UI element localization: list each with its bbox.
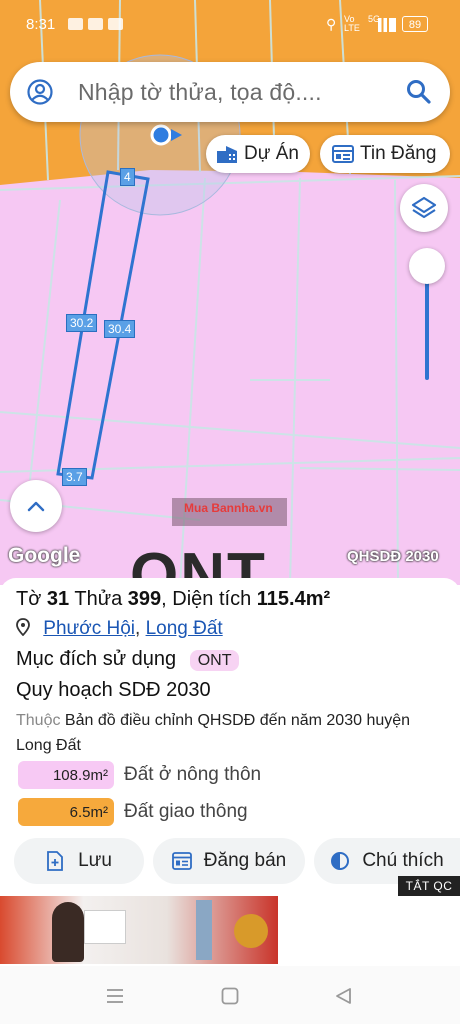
notification-icon [68,18,83,30]
expand-panel-button[interactable] [10,480,62,532]
parcel-location: Phước Hội, Long Đất [16,618,223,640]
ward-link[interactable]: Phước Hội [43,618,135,639]
person-circle-icon[interactable] [27,79,53,105]
plot-label: Thửa [74,588,123,610]
legend-label: Đất giao thông [124,801,248,822]
search-icon[interactable] [406,79,432,105]
status-time: 8:31 [26,16,56,33]
legend-row: 6.5m² Đất giao thông [18,797,248,827]
notification-icon [88,18,103,30]
chevron-up-icon [27,501,45,512]
segment-label: 30.4 [104,320,136,338]
google-attribution: Google [8,544,81,567]
half-circle-icon [331,852,350,870]
sheet-number: 31 [46,588,70,610]
purpose-label: Mục đích sử dụng [16,648,177,670]
add-doc-icon [47,851,63,871]
back-triangle-icon[interactable] [334,987,352,1005]
listing-chip-label: Tin Đăng [360,143,437,164]
notification-icon [108,18,123,30]
building-icon [217,146,237,163]
map-view[interactable]: 4 30.2 30.4 3.7 ONT Mua Bannha.vn 8:31 ⚲… [0,0,460,585]
opacity-slider-thumb[interactable] [409,248,445,284]
legend-swatch: 108.9m² [18,761,114,789]
signal-bars-icon [378,18,396,32]
home-square-icon[interactable] [221,987,239,1005]
listing-chip[interactable]: Tin Đăng [320,135,450,173]
network-label: Vo LTE [344,14,360,33]
post-sale-button-label: Đăng bán [203,850,287,871]
sheet-label: Tờ [16,588,42,610]
segment-label: 30.2 [66,314,98,332]
layer-name-label: QHSDĐ 2030 [347,548,439,565]
status-bar: 8:31 ⚲ Vo LTE 5G 89 [0,0,460,52]
location-status-icon: ⚲ [326,16,337,32]
save-button[interactable]: Lưu [14,838,144,884]
search-bar[interactable]: Nhập tờ thửa, tọa độ.... [10,62,450,122]
layers-icon [411,196,437,219]
opacity-slider-track[interactable] [425,268,429,380]
post-sale-button[interactable]: Đăng bán [153,838,305,884]
ad-building-graphic [196,900,212,960]
legend-swatch: 6.5m² [18,798,114,826]
purpose-badge: ONT [189,650,240,671]
segment-label: 3.7 [62,468,87,486]
legend-row: 108.9m² Đất ở nông thôn [18,760,261,790]
my-location-dot [150,124,172,146]
plan-source: Thuộc Bản đồ điều chỉnh QHSDĐ đến năm 20… [16,708,436,758]
battery-icon: 89 [402,16,428,32]
area-value: 115.4m² [256,588,331,610]
purpose-row: Mục đích sử dụng ONT [16,648,240,671]
district-link[interactable]: Long Đất [146,618,223,639]
legend-notes-button-label: Chú thích [362,850,444,871]
search-input[interactable]: Nhập tờ thửa, tọa độ.... [78,79,322,106]
close-ad-button[interactable]: TẮT QC [398,876,460,896]
save-button-label: Lưu [78,850,112,871]
ad-card-graphic [84,910,126,944]
menu-icon[interactable] [106,988,124,1004]
ad-banner[interactable]: TẮT QC [0,876,460,966]
area-label: , Diện tích [161,588,252,610]
plan-source-text: Bản đồ điều chỉnh QHSDĐ đến năm 2030 huy… [16,712,411,754]
listing-icon [171,852,192,870]
segment-label: 4 [120,168,135,186]
ad-badge-graphic [234,914,268,948]
plan-source-prefix: Thuộc [16,712,61,729]
location-pin-icon [16,618,30,637]
project-chip[interactable]: Dự Án [206,135,310,173]
ad-image[interactable] [0,896,278,964]
location-separator: , [135,618,141,639]
layers-button[interactable] [400,184,448,232]
system-nav-bar [0,966,460,1024]
watermark: Mua Bannha.vn [172,498,287,526]
plot-number: 399 [127,588,162,610]
legend-label: Đất ở nông thôn [124,764,262,785]
project-chip-label: Dự Án [244,143,299,164]
ad-person-figure [52,902,84,962]
parcel-title: Tờ 31 Thửa 399, Diện tích 115.4m² [16,588,330,611]
parcel-info-panel: Tờ 31 Thửa 399, Diện tích 115.4m² Phước … [0,578,460,896]
listing-icon [332,145,354,163]
plan-title: Quy hoạch SDĐ 2030 [16,679,211,701]
